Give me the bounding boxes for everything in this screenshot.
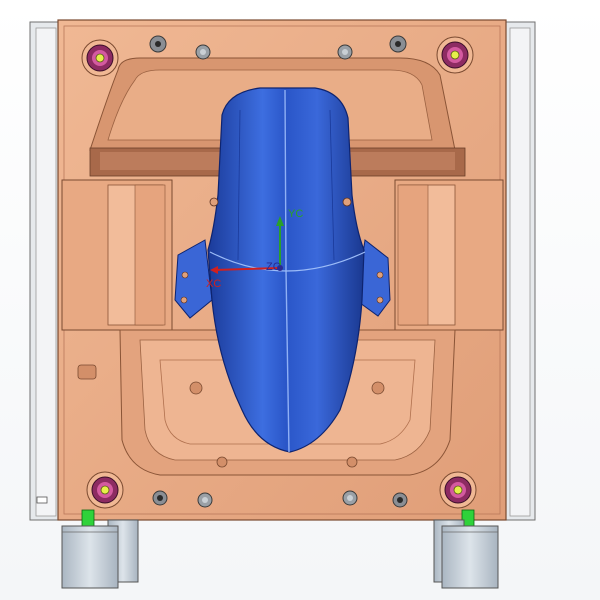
guide-bushing-top-right[interactable]: [436, 36, 474, 74]
small-pocket: [77, 364, 97, 380]
ejector-hole: [371, 381, 385, 395]
triad-y-label: YC: [288, 208, 303, 220]
part-hole: [209, 197, 219, 207]
screw-hole: [347, 495, 353, 501]
right-frame-inner: [509, 27, 531, 517]
left-frame-inner: [35, 27, 57, 517]
part-hole: [376, 296, 384, 304]
part-hole: [181, 271, 189, 279]
right-slider-rail: [397, 184, 429, 326]
screw-hole: [155, 41, 161, 47]
screw-hole: [157, 495, 163, 501]
ejector-hole: [216, 456, 228, 468]
guide-bushing-bottom-right[interactable]: [439, 471, 477, 509]
mold-model-view[interactable]: YC XC ZC: [0, 0, 600, 600]
screw-hole: [397, 497, 403, 503]
left-slider-rail: [134, 184, 166, 326]
ejector-hole: [189, 381, 203, 395]
cad-viewport[interactable]: YC XC ZC: [0, 0, 600, 600]
screw-hole: [395, 41, 401, 47]
screw-hole: [342, 49, 348, 55]
part-hole: [180, 296, 188, 304]
triad-z-label: ZC: [266, 261, 281, 273]
frame-marker: [36, 496, 48, 504]
triad-x-label: XC: [206, 278, 221, 290]
guide-pillar-right-front[interactable]: [441, 525, 499, 589]
part-hole: [376, 271, 384, 279]
green-marker-left: [81, 509, 95, 527]
screw-hole: [202, 497, 208, 503]
ejector-hole: [346, 456, 358, 468]
guide-bushing-top-left[interactable]: [81, 39, 119, 77]
part-hole: [342, 197, 352, 207]
guide-bushing-bottom-left[interactable]: [86, 471, 124, 509]
guide-pillar-left-front[interactable]: [61, 525, 119, 589]
guide-pillars: [61, 519, 499, 589]
screw-hole: [200, 49, 206, 55]
